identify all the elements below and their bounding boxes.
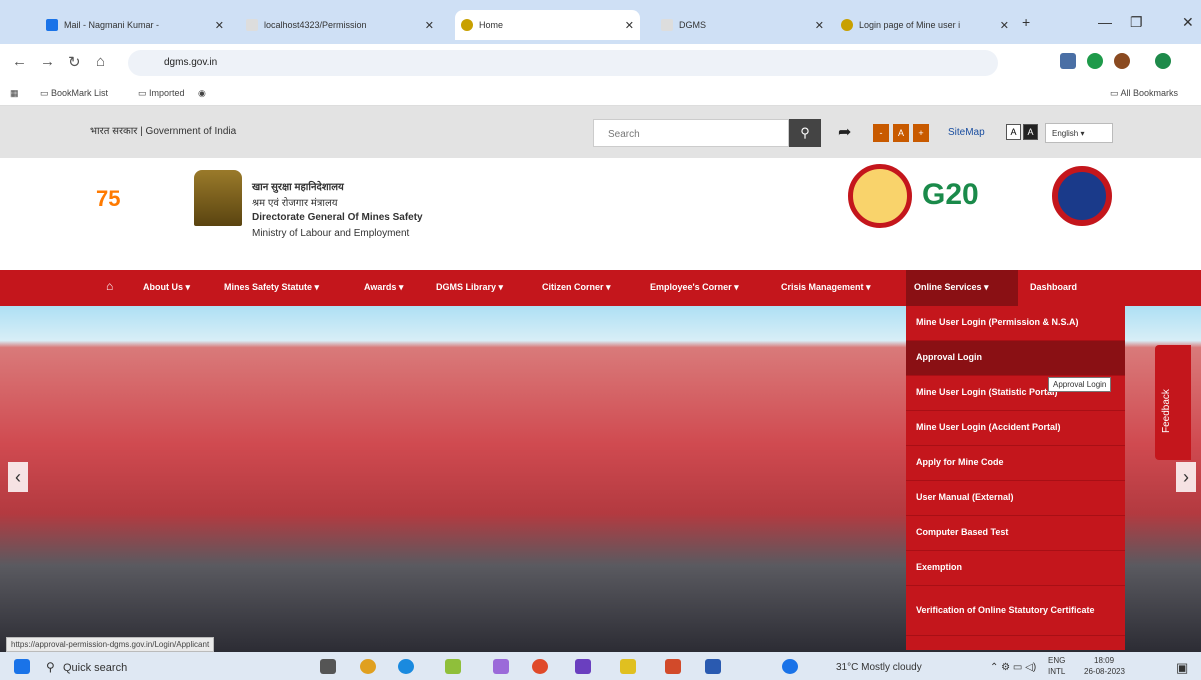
site-header (0, 158, 1201, 270)
minimize-icon[interactable]: — (1098, 14, 1112, 30)
app-icon[interactable] (360, 659, 376, 674)
home-icon[interactable]: ⌂ (96, 53, 105, 70)
app-icon[interactable] (493, 659, 509, 674)
menu-online-services[interactable]: Online Services ▾ (914, 282, 989, 293)
hindi-subtitle: श्रम एवं रोजगार मंत्रालय (252, 198, 338, 209)
language-indicator-sub[interactable]: INTL (1048, 667, 1065, 676)
reload-icon[interactable]: ↻ (68, 53, 81, 71)
dgms-seal (1052, 166, 1112, 226)
task-view-icon[interactable] (320, 659, 336, 674)
menu-dgms-library[interactable]: DGMS Library ▾ (436, 282, 503, 293)
gov-label: भारत सरकार | Government of India (90, 126, 237, 137)
dropdown-item-mine-user-login[interactable]: Mine User Login (Permission & N.S.A) (906, 306, 1125, 341)
g20-logo: G20 (922, 178, 979, 211)
tooltip: Approval Login (1048, 377, 1112, 392)
restore-icon[interactable]: ❐ (1130, 14, 1143, 31)
page-icon (661, 19, 673, 31)
close-icon[interactable]: ✕ (425, 19, 434, 32)
dropdown-item-user-manual[interactable]: User Manual (External) (906, 481, 1125, 516)
font-increase-button[interactable]: + (913, 124, 929, 142)
url-input[interactable]: dgms.gov.in (128, 50, 998, 76)
dropdown-item-exemption[interactable]: Exemption (906, 551, 1125, 586)
close-icon[interactable]: ✕ (815, 19, 824, 32)
tab-dgms[interactable]: DGMS ✕ (655, 10, 830, 40)
contrast-dark-button[interactable]: A (1023, 124, 1038, 140)
app-icon[interactable] (575, 659, 591, 674)
menu-employees-corner[interactable]: Employee's Corner ▾ (650, 282, 739, 293)
clock-date[interactable]: 26-08-2023 (1084, 667, 1125, 676)
menu-awards[interactable]: Awards ▾ (364, 282, 403, 293)
globe-icon[interactable]: ◉ (198, 88, 206, 99)
word-icon[interactable] (705, 659, 721, 674)
prev-slide-icon[interactable]: ‹ (8, 462, 28, 492)
contrast-light-button[interactable]: A (1006, 124, 1021, 140)
site-icon (461, 19, 473, 31)
bookmark-folder[interactable]: ▭ BookMark List (40, 88, 108, 99)
language-indicator[interactable]: ENG (1048, 656, 1065, 665)
app-icon[interactable] (665, 659, 681, 674)
new-tab-button[interactable]: + (1022, 14, 1030, 30)
menu-about-us[interactable]: About Us ▾ (143, 282, 190, 293)
tab-home[interactable]: Home ✕ (455, 10, 640, 40)
org-title: Directorate General Of Mines Safety (252, 212, 423, 223)
windows-start-icon[interactable] (14, 659, 30, 674)
chrome-icon[interactable] (532, 659, 548, 674)
next-slide-icon[interactable]: › (1176, 462, 1196, 492)
menu-dashboard[interactable]: Dashboard (1030, 282, 1077, 292)
national-emblem (194, 170, 242, 226)
clock-time[interactable]: 18:09 (1094, 656, 1114, 665)
ministry-title: Ministry of Labour and Employment (252, 228, 410, 239)
bookmark-folder[interactable]: ▭ Imported (138, 88, 185, 99)
tray-icons[interactable]: ⌃ ⚙ ▭ ◁) (990, 662, 1036, 673)
share-icon[interactable]: ➦ (838, 122, 851, 142)
tab-mail[interactable]: Mail - Nagmani Kumar - ✕ (40, 10, 230, 40)
back-icon[interactable]: ← (12, 53, 27, 70)
feedback-button[interactable]: Feedback (1155, 345, 1191, 460)
online-services-dropdown: Mine User Login (Permission & N.S.A) App… (906, 306, 1125, 650)
close-window-icon[interactable]: ✕ (1182, 14, 1194, 31)
app-icon[interactable] (445, 659, 461, 674)
profile-avatar[interactable] (1155, 53, 1171, 69)
notification-icon[interactable]: ▣ (1176, 660, 1188, 676)
mail-icon (46, 19, 58, 31)
taskbar-search[interactable]: Quick search (63, 662, 127, 674)
weather-widget[interactable]: 31°C Mostly cloudy (836, 662, 922, 673)
extension-icon[interactable] (1060, 53, 1076, 69)
close-icon[interactable]: ✕ (625, 19, 634, 32)
site-icon (841, 19, 853, 31)
dropdown-item-approval-login[interactable]: Approval Login (906, 341, 1125, 376)
search-icon[interactable]: ⚲ (46, 660, 55, 674)
apps-icon[interactable]: ▦ (10, 88, 19, 99)
menu-citizen-corner[interactable]: Citizen Corner ▾ (542, 282, 611, 293)
dropdown-item-accident-portal[interactable]: Mine User Login (Accident Portal) (906, 411, 1125, 446)
search-input[interactable]: Search (593, 119, 789, 147)
folder-icon[interactable] (620, 659, 636, 674)
close-icon[interactable]: ✕ (1000, 19, 1009, 32)
hindi-title: खान सुरक्षा महानिदेशालय (252, 182, 344, 193)
dropdown-item-computer-based-test[interactable]: Computer Based Test (906, 516, 1125, 551)
azadi-amrit-logo: 75 (96, 186, 121, 211)
extension-icon[interactable] (1114, 53, 1130, 69)
sitemap-link[interactable]: SiteMap (948, 127, 985, 138)
dropdown-item-apply-mine-code[interactable]: Apply for Mine Code (906, 446, 1125, 481)
all-bookmarks[interactable]: ▭ All Bookmarks (1110, 88, 1178, 99)
dropdown-item-verification[interactable]: Verification of Online Statutory Certifi… (906, 586, 1125, 636)
mascot-logo (848, 164, 912, 228)
close-icon[interactable]: ✕ (215, 19, 224, 32)
font-decrease-button[interactable]: - (873, 124, 889, 142)
font-reset-button[interactable]: A (893, 124, 909, 142)
menu-crisis-management[interactable]: Crisis Management ▾ (781, 282, 871, 293)
tab-localhost[interactable]: localhost4323/Permission ✕ (240, 10, 440, 40)
status-bar-url: https://approval-permission-dgms.gov.in/… (6, 637, 215, 652)
tab-login-page[interactable]: Login page of Mine user i ✕ (835, 10, 1015, 40)
menu-mines-safety-statute[interactable]: Mines Safety Statute ▾ (224, 282, 319, 293)
home-icon[interactable]: ⌂ (106, 279, 113, 293)
page-icon (246, 19, 258, 31)
forward-icon[interactable]: → (40, 53, 55, 70)
language-select[interactable]: English ▾ (1045, 123, 1113, 143)
extension-icon[interactable] (1087, 53, 1103, 69)
search-icon[interactable]: ⚲ (789, 119, 821, 147)
app-icon[interactable] (782, 659, 798, 674)
edge-icon[interactable] (398, 659, 414, 674)
